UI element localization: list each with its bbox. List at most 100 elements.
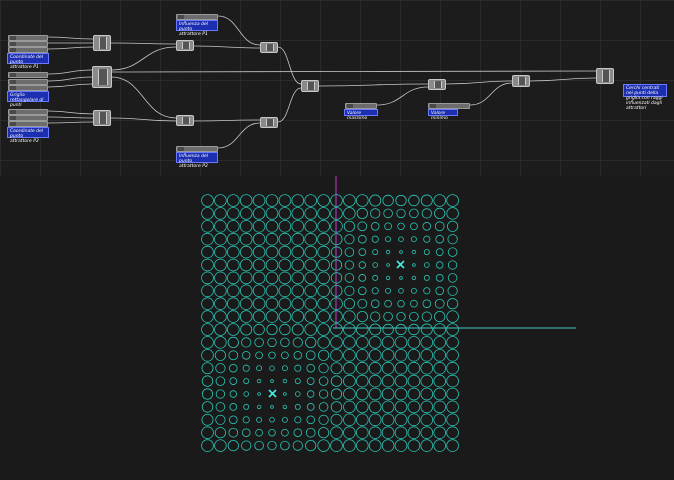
wire	[110, 76, 177, 119]
grid-circle	[411, 275, 417, 281]
grid-circle	[446, 439, 459, 452]
grid-circle	[372, 274, 379, 281]
label-grid: Griglia rettangolare di punti	[7, 91, 49, 108]
grid-circle	[446, 298, 459, 310]
grid-circle	[421, 208, 432, 219]
grid-circle	[317, 336, 330, 349]
grid-circle	[256, 365, 263, 372]
component-multiply-p1[interactable]	[260, 42, 278, 53]
grid-circle	[227, 232, 240, 246]
component-grid[interactable]	[92, 66, 112, 88]
grid-circle	[265, 310, 279, 323]
grid-circle	[447, 285, 458, 296]
wires-layer	[47, 15, 597, 149]
grid-circle	[317, 258, 330, 272]
grid-circle	[423, 249, 430, 256]
grid-circle	[424, 262, 430, 268]
grid-circle	[229, 377, 238, 385]
grid-circle	[215, 402, 226, 412]
grid-circle	[243, 403, 250, 410]
grid-circle	[229, 403, 238, 411]
grid-circle	[317, 232, 330, 246]
grid-circle	[281, 365, 288, 372]
grid-circle	[381, 400, 395, 414]
component-distance-p1[interactable]	[176, 40, 194, 51]
grid-circle	[355, 439, 369, 452]
grid-circle	[317, 271, 330, 285]
grid-circle	[394, 361, 408, 375]
component-multiply-p2[interactable]	[260, 117, 278, 128]
grid-circle	[420, 374, 434, 388]
grid-circle	[433, 439, 447, 452]
grid-circle	[343, 336, 356, 349]
grid-circle	[343, 387, 356, 401]
component-minimum[interactable]	[512, 75, 530, 87]
grid-circle	[433, 387, 447, 401]
grid-circle	[215, 414, 226, 425]
grid-circle	[394, 413, 408, 427]
grid-circle	[446, 361, 459, 375]
grid-circle	[343, 298, 355, 310]
grid-circle	[343, 439, 356, 452]
grid-circle	[201, 258, 214, 272]
grid-circle	[355, 426, 369, 440]
grid-circle	[201, 271, 214, 285]
grid-circle	[433, 336, 447, 349]
grid-circle	[291, 258, 305, 272]
grid-circle	[241, 428, 251, 437]
grid-circle	[239, 297, 253, 310]
grid-circle	[201, 297, 214, 310]
grid-circle	[257, 392, 261, 396]
grid-circle	[270, 405, 274, 409]
grid-circle	[372, 262, 378, 268]
label-coord-p2: Coordinate del punto attrattore P2	[7, 127, 49, 144]
grid-circle	[294, 364, 302, 372]
component-circle[interactable]	[596, 68, 614, 84]
grid-circle	[317, 349, 330, 361]
grid-circle	[385, 236, 392, 243]
grid-circle	[294, 378, 301, 385]
slider-grid-size[interactable]	[8, 72, 48, 78]
grid-circle	[317, 297, 330, 310]
grasshopper-canvas[interactable]: Coordinate del punto attrattore P1 Grigl…	[0, 0, 674, 176]
label-min-value: Valore minimo	[428, 109, 458, 121]
grid-circle	[214, 323, 227, 336]
grid-circle	[214, 271, 227, 285]
grid-circle	[330, 362, 343, 375]
grid-circle	[343, 400, 356, 414]
grid-circle	[394, 426, 408, 440]
grid-circle	[307, 390, 315, 398]
rhino-viewport[interactable]	[0, 176, 674, 480]
grid-circle	[355, 336, 369, 349]
grid-circle	[356, 311, 368, 323]
grid-circle	[395, 323, 407, 336]
grid-circle	[395, 194, 407, 207]
grid-circle	[243, 378, 250, 385]
grid-circle	[239, 271, 253, 285]
wire	[376, 86, 429, 106]
grid-circle	[317, 245, 330, 259]
component-point-p2[interactable]	[93, 110, 111, 126]
grid-circle	[278, 219, 292, 233]
component-point-p1[interactable]	[93, 35, 111, 51]
grid-circle	[382, 194, 394, 207]
grid-circle	[306, 403, 315, 411]
grid-circle	[446, 336, 459, 349]
grid-circle	[446, 207, 459, 220]
component-addition[interactable]	[301, 80, 319, 92]
grid-circle	[385, 249, 391, 255]
grid-circle	[280, 440, 290, 451]
component-maximum[interactable]	[428, 79, 446, 90]
grid-circle	[292, 337, 303, 348]
grid-circle	[397, 299, 405, 308]
grid-circle	[408, 323, 420, 336]
grid-circle	[293, 428, 303, 437]
label-max-value: Valore massimo	[344, 109, 378, 121]
grid-circle	[281, 416, 288, 423]
component-distance-p2[interactable]	[176, 115, 194, 126]
grid-circle	[446, 426, 459, 440]
grid-circle	[291, 297, 305, 310]
grid-circle	[305, 427, 316, 438]
grid-circle	[239, 219, 253, 233]
grid-circle	[317, 207, 330, 220]
